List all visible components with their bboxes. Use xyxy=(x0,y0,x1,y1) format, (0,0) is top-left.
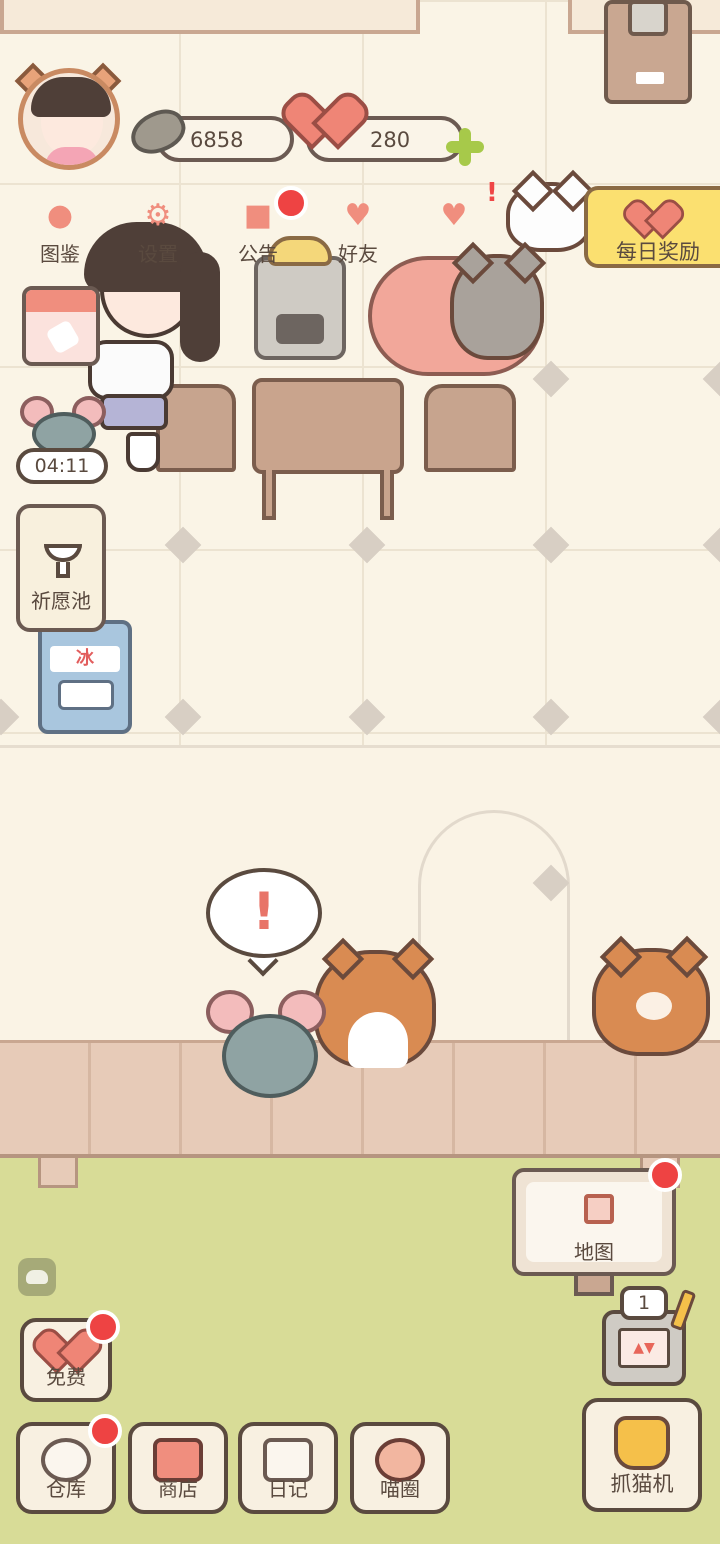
heart-fish-icon xyxy=(636,203,674,237)
menu-settings-label: 设置 xyxy=(138,242,178,266)
menu-friends-label: 好友 xyxy=(338,242,378,266)
deck-leg xyxy=(38,1158,78,1188)
fish-count: 6858 xyxy=(190,128,244,152)
warehouse-notification-badge xyxy=(88,1414,122,1448)
event-mouse-icon[interactable] xyxy=(20,396,106,456)
house-icon xyxy=(584,1194,614,1224)
calendar-event-button[interactable] xyxy=(22,286,100,366)
cloud-icon[interactable] xyxy=(18,1258,56,1296)
white-cat[interactable] xyxy=(506,169,595,252)
wishing-pool-label: 祈愿池 xyxy=(31,589,91,613)
event-timer: 04:11 xyxy=(16,448,108,484)
hearts-icon: ♥ xyxy=(440,198,468,233)
gray-tabby-cat[interactable] xyxy=(450,241,547,360)
player-avatar[interactable] xyxy=(18,68,120,170)
gear-icon: ⚙ xyxy=(144,198,172,233)
menu-settings[interactable]: ⚙ 设置 xyxy=(118,196,198,268)
diary-label: 日记 xyxy=(268,1477,308,1501)
heart-count: 280 xyxy=(370,128,411,152)
meow-circle-label: 喵圈 xyxy=(380,1477,420,1501)
wooden-table[interactable] xyxy=(252,378,404,474)
menu-hearts[interactable]: ♥ xyxy=(414,196,494,268)
map-notification-badge xyxy=(648,1158,682,1192)
warehouse-label: 仓库 xyxy=(46,1477,86,1501)
friends-icon: ♥ xyxy=(344,198,372,233)
orange-cat-angry[interactable] xyxy=(314,937,436,1068)
chair-right[interactable] xyxy=(424,384,516,472)
shop-button[interactable]: 商店 xyxy=(128,1422,228,1514)
claw-machine-button[interactable]: 抓猫机 xyxy=(582,1398,702,1512)
heart-icon xyxy=(300,98,354,146)
menu-encyclopedia[interactable]: ● 图鉴 xyxy=(20,196,100,268)
wishing-pool-button[interactable]: 祈愿池 xyxy=(16,504,106,632)
table-leg xyxy=(262,470,276,520)
shop-label: 商店 xyxy=(158,1477,198,1501)
map-label: 地图 xyxy=(574,1240,614,1264)
archway xyxy=(418,810,570,1050)
free-notification-badge xyxy=(86,1310,120,1344)
hearts-alert-mark: ! xyxy=(486,178,498,208)
fountain-icon xyxy=(42,538,82,578)
top-shelf-left xyxy=(0,0,420,34)
menu-announcement-label: 公告 xyxy=(238,242,278,266)
table-leg xyxy=(380,470,394,520)
meow-circle-button[interactable]: 喵圈 xyxy=(350,1422,450,1514)
gray-mouse[interactable] xyxy=(206,990,326,1106)
announcement-notification-badge xyxy=(274,186,308,220)
orange-cat[interactable] xyxy=(592,935,710,1056)
cat-book-icon: ● xyxy=(46,198,74,233)
daily-reward-label: 每日奖励 xyxy=(616,240,700,264)
up-down-arrows-icon: ▲▼ xyxy=(618,1328,670,1368)
claw-machine-label: 抓猫机 xyxy=(610,1472,674,1496)
diary-button[interactable]: 日记 xyxy=(238,1422,338,1514)
free-label: 免费 xyxy=(46,1365,86,1389)
daily-reward-button[interactable]: 每日奖励 xyxy=(584,186,720,268)
ice-machine[interactable]: 冰 xyxy=(38,620,132,734)
menu-encyclopedia-label: 图鉴 xyxy=(40,242,80,266)
alert-speech-bubble: ! xyxy=(206,868,322,958)
menu-friends[interactable]: ♥ 好友 xyxy=(318,196,398,268)
sign-post xyxy=(574,1276,614,1296)
add-hearts-plus-icon[interactable] xyxy=(446,128,484,166)
claw-icon xyxy=(614,1416,670,1470)
stove[interactable] xyxy=(254,236,346,360)
trash-can[interactable] xyxy=(604,0,692,104)
capsule-count: 1 xyxy=(620,1286,668,1320)
